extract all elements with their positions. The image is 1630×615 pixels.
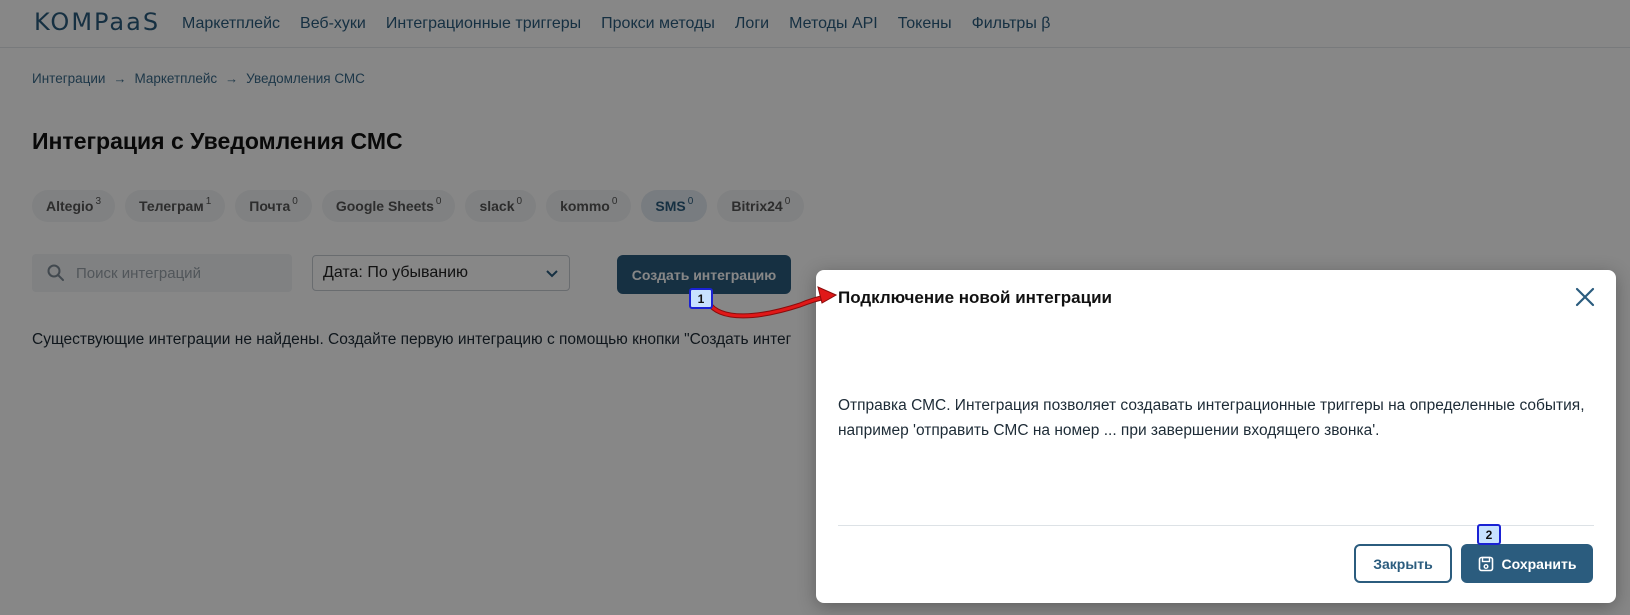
close-button[interactable]: Закрыть xyxy=(1354,544,1452,583)
new-integration-modal: Подключение новой интеграции Отправка СМ… xyxy=(816,270,1616,603)
save-button-label: Сохранить xyxy=(1501,555,1577,572)
modal-description: Отправка СМС. Интеграция позволяет созда… xyxy=(838,397,1585,439)
floppy-disk-icon xyxy=(1478,556,1493,571)
save-button[interactable]: Сохранить xyxy=(1461,544,1593,583)
close-icon[interactable] xyxy=(1572,284,1598,310)
modal-title: Подключение новой интеграции xyxy=(838,288,1112,307)
annotation-marker-2: 2 xyxy=(1477,524,1501,545)
annotation-marker-1: 1 xyxy=(689,288,713,309)
